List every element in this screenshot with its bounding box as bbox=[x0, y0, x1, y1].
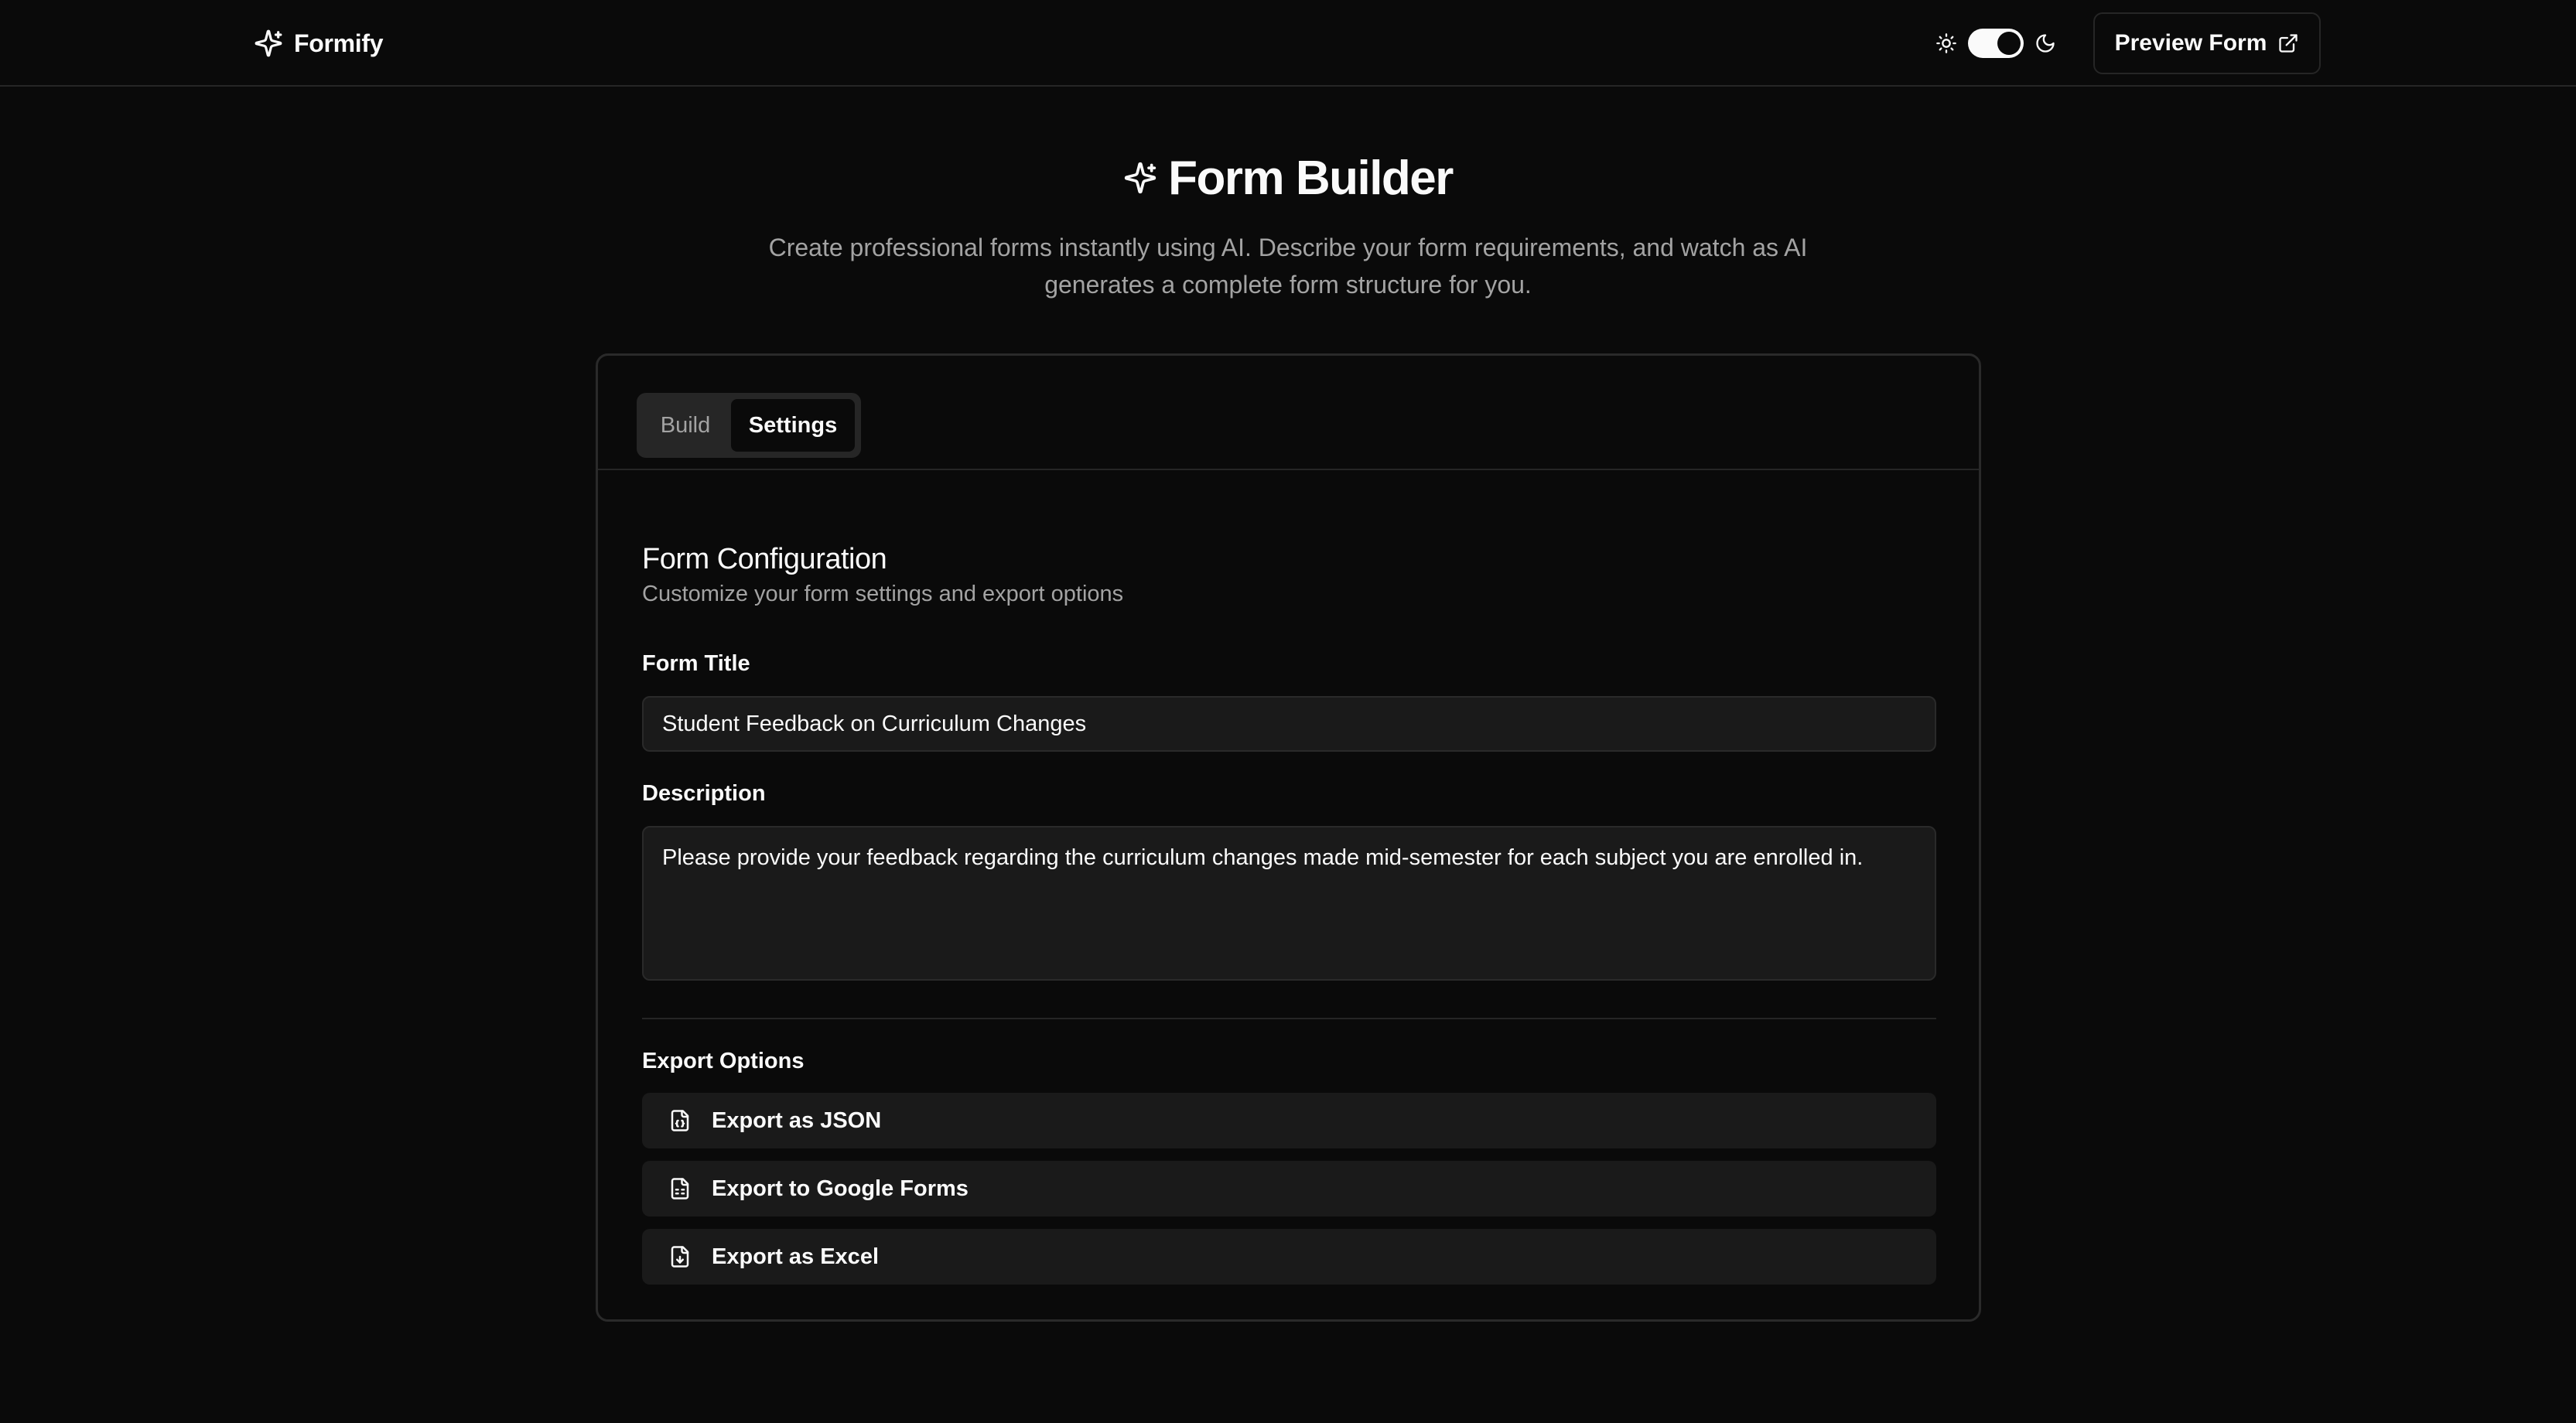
export-options-label: Export Options bbox=[642, 1049, 805, 1073]
page-title-text: Form Builder bbox=[1168, 151, 1454, 205]
top-navbar: Formify Preview Form bbox=[0, 0, 2576, 87]
sparkles-icon bbox=[254, 29, 283, 58]
description-label: Description bbox=[642, 781, 766, 806]
file-json-icon bbox=[668, 1109, 692, 1132]
preview-form-label: Preview Form bbox=[2114, 30, 2267, 56]
external-link-icon bbox=[2277, 32, 2299, 54]
switch-knob bbox=[1997, 32, 2021, 55]
brand-logo[interactable]: Formify bbox=[254, 28, 384, 59]
export-excel-button[interactable]: Export as Excel bbox=[642, 1229, 1936, 1285]
page-title: Form Builder bbox=[0, 147, 2576, 209]
export-google-forms-label: Export to Google Forms bbox=[712, 1176, 969, 1201]
form-builder-card: Build Settings Form Configuration Custom… bbox=[596, 353, 1981, 1322]
brand-name: Formify bbox=[294, 29, 384, 57]
moon-icon bbox=[2034, 32, 2056, 54]
section-divider bbox=[642, 1018, 1936, 1019]
tab-list: Build Settings bbox=[637, 393, 861, 458]
export-json-button[interactable]: Export as JSON bbox=[642, 1093, 1936, 1148]
tab-settings[interactable]: Settings bbox=[731, 399, 855, 452]
file-download-icon bbox=[668, 1245, 692, 1268]
form-title-label: Form Title bbox=[642, 651, 750, 676]
sun-icon bbox=[1935, 32, 1957, 54]
page-description: Create professional forms instantly usin… bbox=[768, 234, 1808, 299]
export-google-forms-button[interactable]: Export to Google Forms bbox=[642, 1161, 1936, 1217]
dark-mode-switch[interactable] bbox=[1968, 29, 2024, 58]
export-json-label: Export as JSON bbox=[712, 1107, 882, 1133]
section-subtitle: Customize your form settings and export … bbox=[642, 582, 1124, 606]
file-text-icon bbox=[668, 1177, 692, 1200]
export-excel-label: Export as Excel bbox=[712, 1244, 879, 1269]
sparkles-icon bbox=[1123, 161, 1157, 195]
section-title: Form Configuration bbox=[642, 543, 887, 575]
form-title-input[interactable] bbox=[642, 696, 1936, 752]
preview-form-button[interactable]: Preview Form bbox=[2093, 12, 2321, 74]
tab-build[interactable]: Build bbox=[643, 399, 728, 452]
description-textarea[interactable]: Please provide your feedback regarding t… bbox=[642, 826, 1936, 981]
card-divider bbox=[598, 469, 1979, 470]
theme-toggle-group bbox=[1935, 28, 2056, 59]
